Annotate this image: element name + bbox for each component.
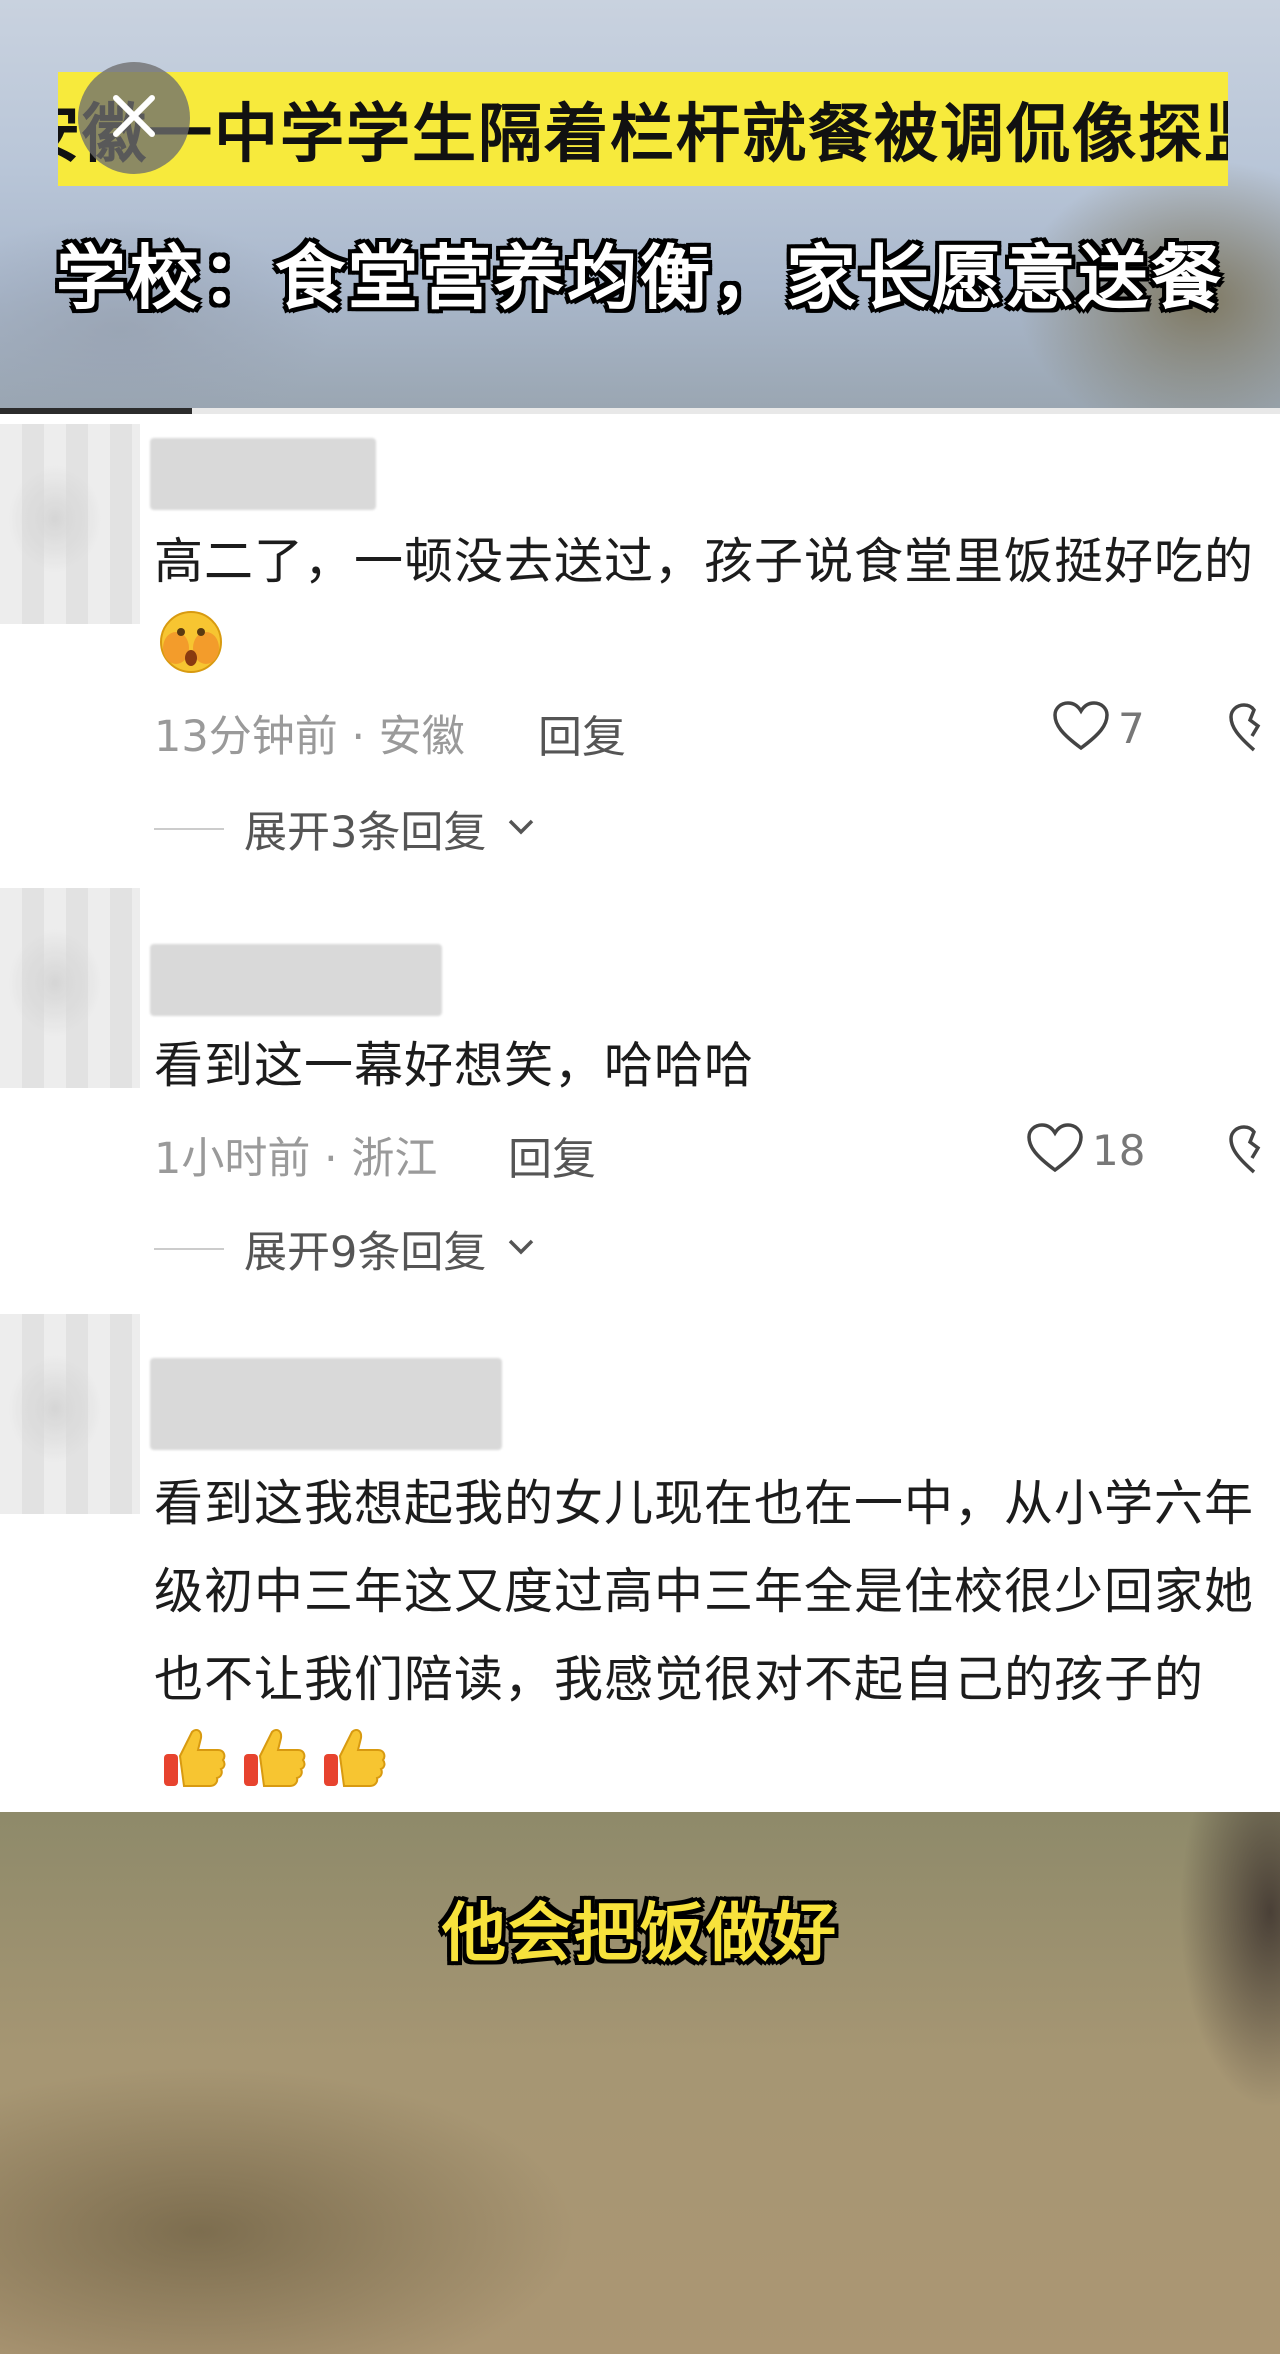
expand-divider	[154, 1248, 224, 1250]
expand-replies-button[interactable]: 展开3条回复	[154, 798, 536, 860]
username-blurred[interactable]	[150, 438, 376, 510]
avatar[interactable]	[0, 1314, 140, 1514]
reply-button[interactable]: 回复	[538, 701, 626, 765]
comment-item: 看到这我想起我的女儿现在也在一中，从小学六年级初中三年这又度过高中三年全是住校很…	[0, 1294, 1280, 1812]
comment-text-content: 看到这我想起我的女儿现在也在一中，从小学六年级初中三年这又度过高中三年全是住校很…	[154, 1475, 1255, 1708]
like-count: 18	[1092, 1125, 1146, 1175]
broken-heart-icon	[1228, 1125, 1280, 1180]
broken-heart-icon	[1228, 703, 1280, 758]
hands-over-face-emoji-icon	[154, 606, 228, 704]
dislike-button[interactable]	[1228, 1124, 1280, 1180]
expand-divider	[154, 828, 224, 830]
top-video-frame[interactable]: 安徽一中学学生隔着栏杆就餐被调侃像探监 学校：食堂营养均衡，家长愿意送餐	[0, 0, 1280, 408]
comment-text-content: 高二了，一顿没去送过，孩子说食堂里饭挺好吃的	[154, 533, 1255, 590]
thumbs-up-emoji-icon	[320, 1724, 390, 1812]
headline-subtitle: 学校：食堂营养均衡，家长愿意送餐	[56, 237, 1224, 319]
expand-replies-label: 展开9条回复	[244, 1228, 487, 1278]
avatar[interactable]	[0, 424, 140, 624]
username-blurred[interactable]	[150, 944, 442, 1016]
expand-replies-button[interactable]: 展开9条回复	[154, 1218, 536, 1280]
bottom-video-frame[interactable]: 他会把饭做好	[0, 1812, 1280, 2354]
video-subtitle: 他会把饭做好	[442, 1897, 838, 1971]
chevron-down-icon	[506, 817, 536, 841]
like-button[interactable]: 7	[1052, 700, 1145, 756]
comment-text: 看到这我想起我的女儿现在也在一中，从小学六年级初中三年这又度过高中三年全是住校很…	[154, 1460, 1274, 1812]
close-button[interactable]	[78, 62, 190, 174]
comment-meta: 13分钟前 · 安徽	[154, 712, 465, 762]
dislike-button[interactable]	[1228, 702, 1280, 758]
reply-button[interactable]: 回复	[508, 1123, 596, 1187]
like-count: 7	[1118, 703, 1145, 753]
headline-banner: 安徽一中学学生隔着栏杆就餐被调侃像探监	[58, 72, 1228, 186]
comment-text: 看到这一幕好想笑，哈哈哈	[154, 1037, 755, 1094]
like-button[interactable]: 18	[1026, 1122, 1145, 1178]
comment-item: 看到这一幕好想笑，哈哈哈 1小时前 · 浙江 回复 18 展开9条回复	[0, 874, 1280, 1294]
comment-meta: 1小时前 · 浙江	[154, 1134, 438, 1184]
avatar[interactable]	[0, 888, 140, 1088]
thumbs-up-emoji-icon	[160, 1724, 230, 1812]
expand-replies-label: 展开3条回复	[244, 808, 487, 858]
close-icon	[106, 88, 162, 148]
comment-text: 高二了，一顿没去送过，孩子说食堂里饭挺好吃的	[154, 518, 1274, 704]
heart-icon	[1052, 700, 1110, 756]
comment-list: 高二了，一顿没去送过，孩子说食堂里饭挺好吃的 13分钟前 · 安徽 回复 7 展…	[0, 414, 1280, 1812]
thumbs-up-emoji-icon	[240, 1724, 310, 1812]
comment-item: 高二了，一顿没去送过，孩子说食堂里饭挺好吃的 13分钟前 · 安徽 回复 7 展…	[0, 414, 1280, 874]
chevron-down-icon	[506, 1237, 536, 1261]
username-blurred[interactable]	[150, 1358, 502, 1450]
heart-icon	[1026, 1122, 1084, 1178]
